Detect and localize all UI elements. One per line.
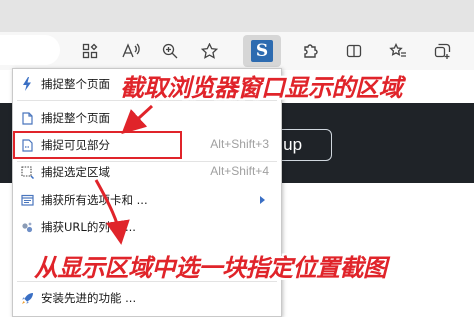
menu-item-capture-all-tabs[interactable]: 捕获所有选项卡和 ... bbox=[13, 187, 281, 213]
extensions-puzzle-icon[interactable] bbox=[296, 37, 324, 65]
selection-area-icon bbox=[20, 165, 34, 179]
menu-item-label: 捕捉整个页面 bbox=[41, 77, 110, 91]
favorites-list-icon[interactable] bbox=[384, 37, 412, 65]
screenshot-extension-icon: S bbox=[251, 40, 273, 62]
lightning-icon bbox=[20, 77, 34, 91]
menu-item-label: 捕捉整个页面 bbox=[41, 111, 110, 125]
url-list-icon bbox=[20, 220, 34, 234]
menu-item-label: 安装先进的功能 ... bbox=[41, 291, 137, 305]
collections-icon[interactable] bbox=[428, 37, 456, 65]
menu-item-capture-selected-area[interactable]: 捕捉选定区域 Alt+Shift+4 bbox=[13, 159, 281, 185]
address-bar-edge[interactable] bbox=[0, 35, 60, 65]
document-icon bbox=[20, 111, 34, 125]
shortcut-label: Alt+Shift+3 bbox=[210, 137, 269, 151]
split-screen-icon[interactable] bbox=[340, 37, 368, 65]
menu-item-label: 捕获所有选项卡和 ... bbox=[41, 193, 148, 207]
rocket-icon bbox=[20, 291, 34, 305]
browser-toolbar: S bbox=[0, 32, 474, 70]
menu-item-install-advanced-features[interactable]: 安装先进的功能 ... bbox=[13, 285, 281, 311]
menu-item-capture-entire-page-2[interactable]: 捕捉整个页面 bbox=[13, 105, 281, 131]
apps-icon[interactable] bbox=[76, 37, 104, 65]
menu-item-capture-url-list[interactable]: 捕获URL的列表 ... bbox=[13, 214, 281, 240]
screenshot-extension-button[interactable]: S bbox=[243, 35, 281, 67]
read-aloud-icon[interactable] bbox=[117, 37, 145, 65]
zoom-icon[interactable] bbox=[156, 37, 184, 65]
shortcut-label: Alt+Shift+4 bbox=[210, 164, 269, 178]
menu-item-label: 捕获URL的列表 ... bbox=[41, 220, 136, 234]
favorite-star-icon[interactable] bbox=[195, 37, 223, 65]
browser-title-bar bbox=[0, 0, 474, 32]
tabs-icon bbox=[20, 193, 34, 207]
menu-item-label: 捕捉选定区域 bbox=[41, 165, 110, 179]
highlight-box-visible-part bbox=[13, 131, 182, 159]
submenu-arrow-icon bbox=[260, 196, 265, 204]
annotation-bottom: 从显示区域中选一块指定位置截图 bbox=[34, 254, 387, 282]
annotation-top: 截取浏览器窗口显示的区域 bbox=[120, 74, 403, 102]
